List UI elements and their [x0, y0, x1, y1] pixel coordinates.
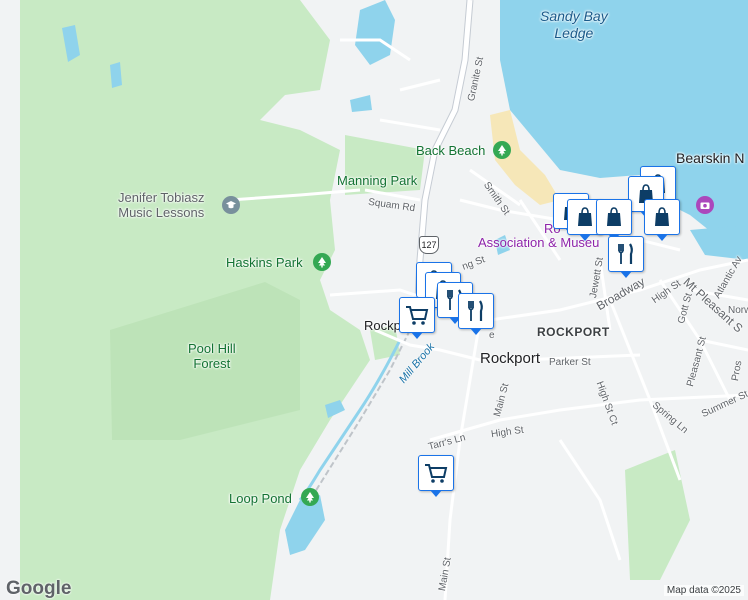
pool-hill-forest-label: Pool Hill Forest: [188, 341, 236, 371]
back-beach-label: Back Beach: [416, 143, 486, 158]
rockport-label: Rockport: [480, 350, 541, 367]
grocery-marker[interactable]: [418, 455, 454, 497]
school-icon-marker[interactable]: [222, 196, 240, 214]
sandy-bay-ledge-label: Sandy Bay Ledge: [540, 8, 608, 41]
shopping-bag-icon: [655, 207, 669, 226]
fork-knife-icon: [468, 300, 483, 321]
shopping-cart-icon: [406, 306, 429, 325]
tree-icon: [498, 145, 506, 156]
map-canvas[interactable]: [0, 0, 748, 600]
camera-icon: [700, 202, 710, 209]
manning-park-label: Manning Park: [337, 173, 418, 188]
shopping-bag-icon: [578, 207, 592, 226]
bearskin-neck-label: Bearskin N: [676, 150, 745, 166]
rockport-partial-label: Rockp: [364, 318, 401, 333]
park-icon[interactable]: [301, 488, 319, 506]
shopping-cart-icon: [425, 464, 448, 483]
road-suffix-label: e: [489, 330, 495, 341]
park-icon[interactable]: [313, 253, 331, 271]
museum-icon-marker[interactable]: [696, 196, 714, 214]
grocery-marker[interactable]: [399, 297, 435, 339]
tree-icon: [318, 257, 326, 268]
restaurant-marker[interactable]: [458, 293, 494, 335]
loop-pond-label: Loop Pond: [229, 491, 292, 506]
tree-icon: [306, 492, 314, 503]
shopping-bag-icon: [607, 207, 621, 226]
jenifer-music-label: Jenifer Tobiasz Music Lessons: [118, 190, 205, 220]
map-attribution: Map data ©2025: [663, 585, 744, 596]
haskins-park-label: Haskins Park: [226, 255, 303, 270]
shopping-marker[interactable]: [644, 199, 680, 241]
google-logo: Google: [6, 578, 72, 599]
park-icon[interactable]: [493, 141, 511, 159]
graduation-cap-icon: [226, 201, 236, 209]
route-127-shield: 127: [419, 236, 439, 254]
fork-knife-icon: [618, 243, 633, 264]
norw-label: Norw: [728, 305, 748, 316]
shopping-marker[interactable]: [596, 199, 632, 241]
restaurant-marker[interactable]: [608, 236, 644, 278]
parker-st-label: Parker St: [549, 357, 591, 368]
rockport-town-label: ROCKPORT: [537, 325, 610, 339]
